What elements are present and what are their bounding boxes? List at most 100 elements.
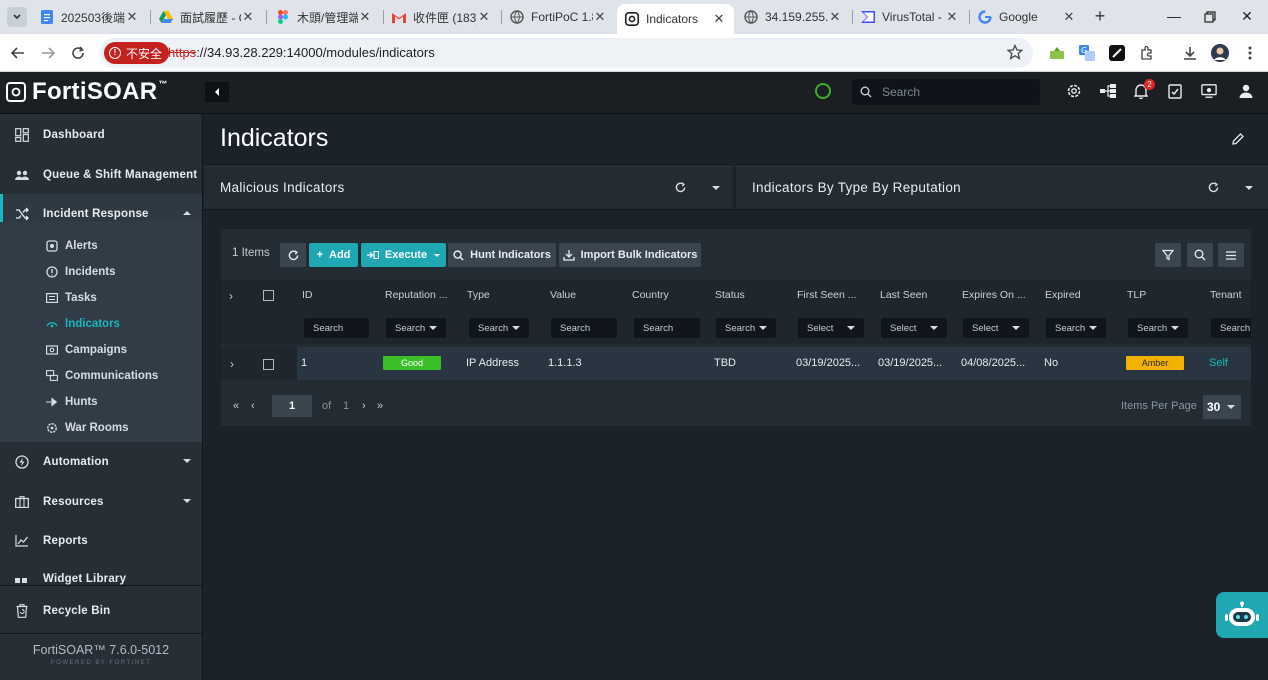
global-search-input[interactable]: Search: [852, 79, 1040, 105]
sidebar-sub-war-rooms[interactable]: War Rooms: [0, 415, 202, 441]
war-room-monitor-icon[interactable]: [1201, 83, 1217, 99]
kebab-menu-icon[interactable]: [1240, 43, 1260, 63]
chatbot-assistant-button[interactable]: [1216, 592, 1268, 638]
grid-refresh-button[interactable]: [280, 243, 306, 267]
filter-first-seen-select[interactable]: Select: [798, 318, 864, 338]
browser-tab[interactable]: 收件匣 (183) ✕: [384, 4, 499, 30]
refresh-icon[interactable]: [673, 180, 687, 194]
back-button[interactable]: [8, 43, 28, 63]
browser-tab[interactable]: 面試履歷 - G ✕: [151, 4, 263, 30]
column-header-type[interactable]: Type: [467, 289, 490, 301]
filter-expired-select[interactable]: Search: [1046, 318, 1106, 338]
column-header-expired[interactable]: Expired: [1045, 289, 1081, 301]
refresh-icon[interactable]: [1206, 180, 1220, 194]
close-icon[interactable]: ✕: [241, 9, 255, 25]
row-checkbox[interactable]: [263, 359, 274, 370]
sidebar-item-recycle-bin[interactable]: Recycle Bin: [0, 591, 202, 631]
sidebar-sub-hunts[interactable]: Hunts: [0, 389, 202, 415]
user-profile-icon[interactable]: [1238, 83, 1254, 99]
page-number-input[interactable]: 1: [272, 395, 312, 417]
sidebar-sub-incidents[interactable]: Incidents: [0, 259, 202, 285]
extension-icon[interactable]: [1107, 43, 1127, 63]
import-bulk-indicators-button[interactable]: Import Bulk Indicators: [559, 243, 701, 267]
grid-search-button[interactable]: [1187, 243, 1213, 267]
browser-tab[interactable]: Google ✕: [970, 4, 1084, 30]
sidebar-item-resources[interactable]: Resources: [0, 482, 202, 522]
tasks-clipboard-icon[interactable]: [1167, 83, 1183, 99]
close-icon[interactable]: ✕: [1062, 9, 1076, 25]
sidebar-sub-indicators[interactable]: Indicators: [0, 311, 202, 337]
puzzle-icon[interactable]: [1137, 43, 1157, 63]
filter-tlp-select[interactable]: Search: [1128, 318, 1188, 338]
sidebar-item-widget-library[interactable]: Widget Library: [0, 561, 202, 585]
close-icon[interactable]: ✕: [125, 9, 139, 25]
reload-button[interactable]: [68, 43, 88, 63]
filter-country-input[interactable]: Search: [634, 318, 700, 338]
omnibox[interactable]: ! 不安全 https://34.93.28.229:14000/modules…: [100, 38, 1033, 68]
url-text[interactable]: https://34.93.28.229:14000/modules/indic…: [168, 45, 435, 60]
expand-all-chevron-icon[interactable]: ›: [229, 289, 233, 303]
minimize-button[interactable]: —: [1164, 8, 1184, 26]
column-header-status[interactable]: Status: [715, 289, 745, 301]
extension-icon[interactable]: [1047, 43, 1067, 63]
close-icon[interactable]: ✕: [358, 9, 372, 25]
filter-status-select[interactable]: Search: [716, 318, 776, 338]
sidebar-item-reports[interactable]: Reports: [0, 521, 202, 561]
last-page-button[interactable]: »: [377, 400, 383, 412]
connection-status-icon[interactable]: [815, 83, 831, 99]
close-icon[interactable]: ✕: [828, 9, 842, 25]
filter-button[interactable]: [1155, 243, 1181, 267]
filter-expires-on-select[interactable]: Select: [963, 318, 1029, 338]
first-page-button[interactable]: «: [233, 400, 239, 412]
sidebar-sub-campaigns[interactable]: Campaigns: [0, 337, 202, 363]
settings-gear-icon[interactable]: [1066, 83, 1082, 99]
download-icon[interactable]: [1180, 43, 1200, 63]
restore-button[interactable]: [1200, 8, 1220, 26]
workflow-icon[interactable]: [1100, 83, 1116, 99]
browser-tab[interactable]: 木頭/管理端 ✕: [268, 4, 380, 30]
fortisoar-logo[interactable]: FortiSOAR ™: [6, 76, 168, 108]
hunt-indicators-button[interactable]: Hunt Indicators: [448, 243, 556, 267]
new-tab-button[interactable]: +: [1090, 7, 1110, 27]
column-header-reputation[interactable]: Reputation ...: [385, 289, 447, 301]
column-header-tenant[interactable]: Tenant: [1210, 289, 1242, 301]
previous-page-button[interactable]: ‹: [251, 400, 255, 412]
cell-tenant-link[interactable]: Self: [1209, 357, 1228, 369]
column-header-id[interactable]: ID: [302, 289, 313, 301]
column-header-value[interactable]: Value: [550, 289, 576, 301]
filter-value-input[interactable]: Search: [551, 318, 617, 338]
add-button[interactable]: + Add: [309, 243, 358, 267]
browser-tab[interactable]: VirusTotal - / ✕: [853, 4, 967, 30]
window-close-button[interactable]: ✕: [1237, 8, 1257, 26]
bookmark-star-icon[interactable]: [1007, 44, 1023, 60]
sidebar-item-dashboard[interactable]: Dashboard: [0, 115, 202, 155]
items-per-page-select[interactable]: 30: [1203, 395, 1241, 419]
browser-tab[interactable]: FortiPoC 1.8 ✕: [502, 4, 615, 30]
filter-tenant-input[interactable]: Search: [1211, 318, 1251, 338]
sidebar-sub-communications[interactable]: Communications: [0, 363, 202, 389]
sidebar-item-queue[interactable]: Queue & Shift Management: [0, 155, 202, 195]
filter-reputation-select[interactable]: Search: [386, 318, 446, 338]
browser-tab[interactable]: 34.159.255.1 ✕: [736, 4, 850, 30]
collapse-sidebar-button[interactable]: [205, 82, 229, 102]
close-icon[interactable]: ✕: [712, 11, 726, 27]
table-row[interactable]: [221, 347, 1251, 380]
edit-page-button[interactable]: [1231, 132, 1245, 146]
sidebar-sub-tasks[interactable]: Tasks: [0, 285, 202, 311]
column-header-country[interactable]: Country: [632, 289, 669, 301]
caret-down-icon[interactable]: [1245, 186, 1253, 190]
caret-down-icon[interactable]: [712, 186, 720, 190]
filter-type-select[interactable]: Search: [469, 318, 529, 338]
browser-tab-active[interactable]: Indicators ✕: [617, 4, 734, 34]
column-header-first-seen[interactable]: First Seen ...: [797, 289, 857, 301]
expand-row-chevron-icon[interactable]: ›: [230, 357, 234, 371]
select-all-checkbox[interactable]: [263, 290, 274, 301]
browser-tab[interactable]: 202503後端 ✕: [32, 4, 147, 30]
forward-button[interactable]: [38, 43, 58, 63]
translate-icon[interactable]: G: [1077, 43, 1097, 63]
not-secure-chip[interactable]: ! 不安全: [104, 42, 170, 64]
close-icon[interactable]: ✕: [477, 9, 491, 25]
sidebar-sub-alerts[interactable]: Alerts: [0, 233, 202, 259]
next-page-button[interactable]: ›: [362, 400, 366, 412]
filter-last-seen-select[interactable]: Select: [881, 318, 947, 338]
